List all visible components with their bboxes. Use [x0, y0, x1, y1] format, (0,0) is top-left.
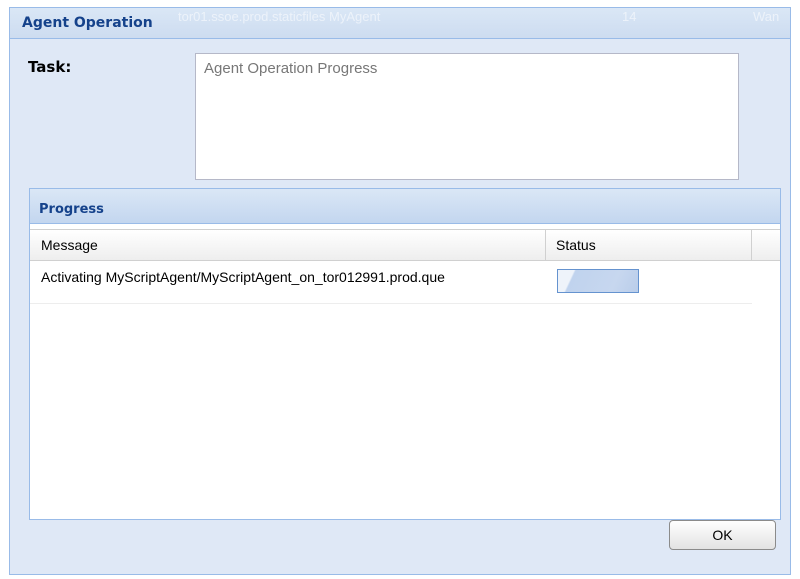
- progress-panel: Progress Message Status Activating MyScr…: [29, 188, 781, 520]
- background-text-fragment: Wan: [753, 9, 780, 24]
- status-progress-bar: [557, 269, 639, 293]
- grid-header: Message Status: [30, 229, 780, 261]
- task-textarea[interactable]: Agent Operation Progress: [195, 53, 739, 180]
- ok-button[interactable]: OK: [669, 520, 776, 550]
- column-header-status[interactable]: Status: [546, 230, 752, 260]
- dialog-titlebar[interactable]: tor01.ssoe.prod.staticfiles MyAgent 14 W…: [10, 8, 790, 39]
- background-text-fragment: tor01.ssoe.prod.staticfiles MyAgent: [178, 9, 381, 24]
- status-progress-fill: [558, 270, 638, 292]
- table-row[interactable]: Activating MyScriptAgent/MyScriptAgent_o…: [30, 260, 752, 304]
- progress-title: Progress: [39, 202, 104, 217]
- dialog-title: Agent Operation: [22, 15, 153, 31]
- row-message: Activating MyScriptAgent/MyScriptAgent_o…: [41, 269, 445, 285]
- column-header-message[interactable]: Message: [30, 230, 546, 260]
- background-text-fragment: 14: [622, 9, 637, 24]
- task-label: Task:: [28, 58, 72, 76]
- progress-panel-header: Progress: [30, 189, 780, 224]
- agent-operation-dialog: tor01.ssoe.prod.staticfiles MyAgent 14 W…: [9, 7, 791, 575]
